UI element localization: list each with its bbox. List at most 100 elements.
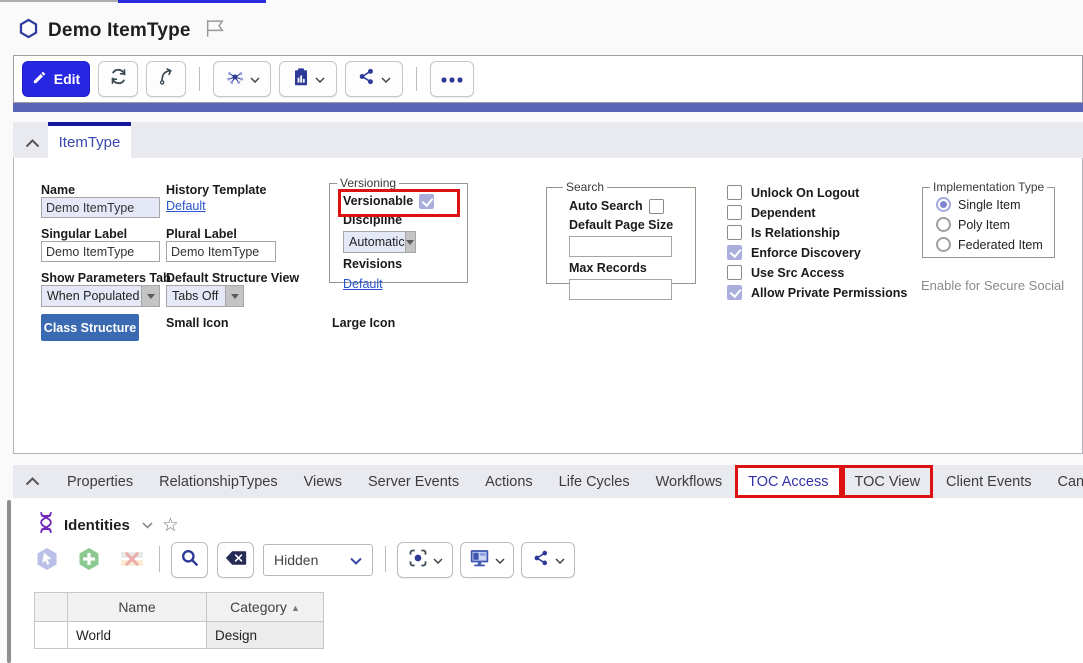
table-row[interactable]: World Design [35, 622, 324, 649]
search-button[interactable] [171, 542, 208, 578]
row-selector-header[interactable] [35, 593, 68, 622]
select-items-button[interactable] [34, 546, 60, 572]
implementation-type-fieldset: Implementation Type Single Item Poly Ite… [922, 180, 1055, 258]
class-structure-button[interactable]: Class Structure [41, 314, 139, 341]
use-src-access-label: Use Src Access [751, 266, 844, 280]
dependent-checkbox[interactable] [727, 205, 742, 220]
default-page-size-field[interactable] [569, 236, 672, 257]
poly-item-radio[interactable] [936, 217, 951, 232]
use-src-access-checkbox[interactable] [727, 265, 742, 280]
singular-label-field[interactable] [41, 241, 160, 262]
tab-toc-access[interactable]: TOC Access [735, 465, 841, 498]
pencil-icon [32, 70, 47, 88]
app-window: Demo ItemType Edit [0, 0, 1083, 663]
history-template-link[interactable]: Default [166, 199, 206, 213]
unlock-on-logout-checkbox[interactable] [727, 185, 742, 200]
add-row-button[interactable] [76, 546, 102, 572]
dependent-label: Dependent [751, 206, 816, 220]
tab-views[interactable]: Views [291, 465, 355, 498]
name-field[interactable] [41, 197, 160, 218]
promote-button[interactable] [146, 61, 186, 97]
toolbar-separator [385, 546, 386, 572]
max-records-field[interactable] [569, 279, 672, 300]
delete-row-button[interactable] [119, 546, 145, 572]
flag-icon[interactable] [204, 19, 226, 43]
row-selector-cell[interactable] [35, 622, 68, 649]
default-page-size-label: Default Page Size [569, 217, 673, 234]
show-parameters-tab-label: Show Parameters Tab [41, 271, 171, 285]
federated-item-radio[interactable] [936, 237, 951, 252]
tab-workflows[interactable]: Workflows [643, 465, 736, 498]
allow-private-permissions-checkbox[interactable] [727, 285, 742, 300]
backspace-clear-icon [225, 550, 247, 571]
column-header-label: Name [118, 599, 155, 615]
tab-label: RelationshipTypes [159, 474, 278, 490]
more-options-button[interactable] [430, 61, 474, 97]
graph-navigation-button[interactable] [213, 61, 271, 97]
show-parameters-tab-select[interactable]: When Populated [41, 285, 160, 307]
single-item-label: Single Item [958, 198, 1021, 212]
identities-dna-icon [37, 511, 55, 539]
splitter-bar[interactable] [13, 103, 1083, 112]
column-header-category[interactable]: Category ▲ [207, 593, 324, 622]
unlock-on-logout-label: Unlock On Logout [751, 186, 859, 200]
revisions-link[interactable]: Default [343, 277, 383, 291]
collapse-form-chevron-up-icon[interactable] [25, 135, 40, 153]
auto-search-label: Auto Search [569, 198, 643, 215]
refresh-button[interactable] [98, 61, 138, 97]
tab-itemtype[interactable]: ItemType [48, 122, 131, 158]
tab-properties[interactable]: Properties [54, 465, 146, 498]
reports-button[interactable] [279, 61, 337, 97]
relationship-tab-strip: Properties RelationshipTypes Views Serve… [13, 465, 1083, 498]
top-tab-indicator-inactive [0, 0, 118, 2]
tab-life-cycles[interactable]: Life Cycles [546, 465, 643, 498]
tab-client-events[interactable]: Client Events [933, 465, 1044, 498]
dropdown-arrow-icon [141, 286, 159, 306]
cell-category[interactable]: Design [207, 622, 324, 649]
tab-relationshiptypes[interactable]: RelationshipTypes [146, 465, 291, 498]
auto-search-checkbox[interactable] [649, 199, 664, 214]
sort-asc-icon: ▲ [291, 603, 300, 613]
tab-itemtype-label: ItemType [59, 134, 121, 151]
tab-label: Life Cycles [559, 474, 630, 490]
favorite-star-icon[interactable]: ☆ [162, 516, 179, 535]
plural-label-field[interactable] [166, 241, 276, 262]
column-header-name[interactable]: Name [68, 593, 207, 622]
itemtype-form: Name History Template Default Singular L… [13, 158, 1083, 454]
focus-view-button[interactable] [397, 542, 453, 578]
default-structure-view-select[interactable]: Tabs Off [166, 285, 244, 307]
clear-search-button[interactable] [217, 542, 254, 578]
chevron-down-icon[interactable] [142, 516, 153, 534]
visibility-filter-select[interactable]: Hidden [263, 544, 373, 576]
single-item-radio[interactable] [936, 197, 951, 212]
column-header-label: Category [230, 599, 287, 615]
implementation-type-legend: Implementation Type [930, 180, 1047, 194]
tab-can-add[interactable]: Can Add [1044, 465, 1083, 498]
is-relationship-checkbox[interactable] [727, 225, 742, 240]
edit-button[interactable]: Edit [22, 61, 90, 97]
versionable-checkbox[interactable] [419, 194, 434, 209]
share-icon [532, 549, 550, 572]
versioning-fieldset: Versioning Versionable Discipline Automa… [329, 176, 468, 283]
share-grid-button[interactable] [521, 542, 575, 578]
tab-label: Client Events [946, 474, 1031, 490]
discipline-select[interactable]: Automatic [343, 231, 416, 253]
default-structure-view-label: Default Structure View [166, 271, 299, 285]
vertical-scrollbar[interactable] [7, 500, 11, 663]
enforce-discovery-checkbox[interactable] [727, 245, 742, 260]
collapse-relationships-chevron-up-icon[interactable] [25, 473, 40, 491]
display-view-button[interactable] [460, 542, 514, 578]
versioning-legend: Versioning [337, 176, 399, 190]
dropdown-arrow-icon [405, 232, 415, 252]
cell-name[interactable]: World [68, 622, 207, 649]
tab-toc-view[interactable]: TOC View [842, 465, 934, 498]
identities-grid: Name Category ▲ World Design [34, 592, 324, 649]
chevron-down-icon [350, 552, 362, 568]
share-button[interactable] [345, 61, 403, 97]
tab-actions[interactable]: Actions [472, 465, 546, 498]
federated-item-label: Federated Item [958, 238, 1043, 252]
search-fieldset: Search Auto Search Default Page Size Max… [546, 180, 696, 284]
default-structure-view-value: Tabs Off [172, 289, 218, 303]
tab-server-events[interactable]: Server Events [355, 465, 472, 498]
chevron-down-icon [315, 70, 325, 88]
